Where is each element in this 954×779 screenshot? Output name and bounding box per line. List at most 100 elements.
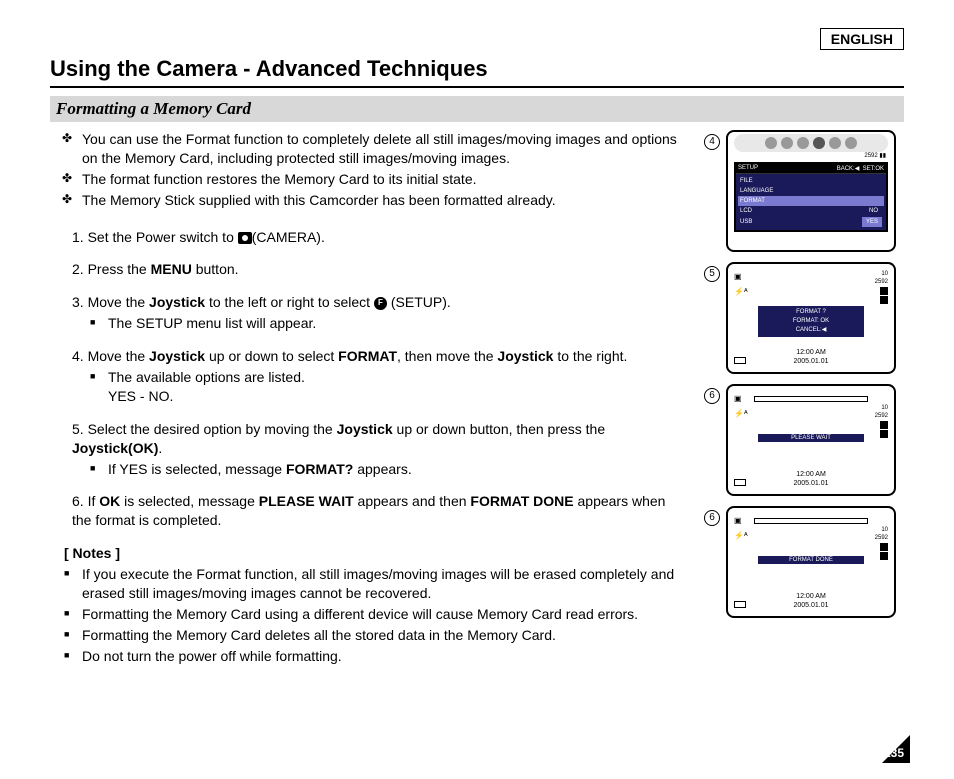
t: If YES is selected, message [108,461,286,477]
osd-right-icons: 102592 [875,270,888,304]
figure-badge: 6 [704,388,720,404]
step-text: . [158,440,162,456]
intro-item: The Memory Stick supplied with this Camc… [68,191,688,210]
step-sub: If YES is selected, message FORMAT? appe… [94,460,688,479]
step-text: 5. Select the desired option by moving t… [72,421,337,437]
osd-message: FORMAT ?FORMAT: OKCANCEL:◀ [758,306,864,337]
step-text: 2. Press the [72,261,151,277]
step-text: to the left or right to select [205,294,374,310]
step-text: up or down to select [205,348,338,364]
osd-screen: 2592 ▮▮ SETUP BACK:◀ SET:OK FILE LANGUAGE… [726,130,896,252]
osd-message: FORMAT DONE [758,556,864,564]
step-text: 4. Move the [72,348,149,364]
camera-icon [238,232,252,244]
step-sub: The SETUP menu list will appear. [94,314,688,333]
body-text: You can use the Format function to compl… [50,130,688,668]
osd-timestamp: 12:00 AM2005.01.01 [728,348,894,366]
page-number: 135 [884,746,904,760]
page-title: Using the Camera - Advanced Techniques [50,56,904,88]
step-bold: PLEASE WAIT [259,493,354,509]
step-text: appears and then [354,493,471,509]
menu-item: LANGUAGE [740,186,773,196]
figure-column: 4 2592 ▮▮ SETUP BACK:◀ SET:OK FILE LANGUA… [704,130,904,668]
t: YES - NO. [108,388,173,404]
figure-4: 4 2592 ▮▮ SETUP BACK:◀ SET:OK FILE LANGUA… [704,130,904,252]
note-item: Formatting the Memory Card deletes all t… [68,626,688,645]
set-label: SET:OK [863,166,884,172]
step-1: 1. Set the Power switch to (CAMERA). [68,228,688,247]
step-text: (CAMERA). [252,229,325,245]
step-bold: FORMAT [338,348,397,364]
figure-badge: 6 [704,510,720,526]
step-bold: FORMAT DONE [470,493,573,509]
t: The available options are listed. [108,369,305,385]
osd-screen: ▣⚡ᴬ 102592 FORMAT DONE 12:00 AM2005.01.0… [726,506,896,618]
osd-left-icons: ▣⚡ᴬ [734,272,748,302]
step-text: , then move the [397,348,497,364]
note-item: If you execute the Format function, all … [68,565,688,603]
figure-badge: 4 [704,134,720,150]
step-3: 3. Move the Joystick to the left or righ… [68,293,688,333]
osd-right-icons: 102592 [875,526,888,560]
step-text: to the right. [553,348,627,364]
step-bold: Joystick [337,421,393,437]
osd-left-icons: ▣⚡ᴬ [734,394,748,424]
menu-title: SETUP [738,165,758,172]
menu-item: LCD [740,206,752,217]
intro-list: You can use the Format function to compl… [50,130,688,210]
intro-item: You can use the Format function to compl… [68,130,688,168]
step-bold: Joystick [149,348,205,364]
progress-bar [754,518,868,524]
steps-list: 1. Set the Power switch to (CAMERA). 2. … [50,228,688,531]
figure-5: 5 ▣⚡ᴬ 102592 FORMAT ?FORMAT: OKCANCEL:◀ … [704,262,904,374]
content-row: You can use the Format function to compl… [50,130,904,668]
step-text: 3. Move the [72,294,149,310]
step-2: 2. Press the MENU button. [68,260,688,279]
step-text: button. [192,261,239,277]
option-no: NO [865,206,882,216]
b: FORMAT? [286,461,353,477]
figure-7: 6 ▣⚡ᴬ 102592 FORMAT DONE 12:00 AM2005.01… [704,506,904,618]
language-indicator: ENGLISH [820,28,904,50]
page: ENGLISH Using the Camera - Advanced Tech… [0,0,954,779]
osd-message: PLEASE WAIT [758,434,864,442]
osd-right-icons: 102592 [875,404,888,438]
figure-6: 6 ▣⚡ᴬ 102592 PLEASE WAIT 12:00 AM2005.01… [704,384,904,496]
t: appears. [353,461,411,477]
step-text: is selected, message [120,493,259,509]
note-item: Do not turn the power off while formatti… [68,647,688,666]
step-text: 1. Set the Power switch to [72,229,238,245]
step-bold: MENU [151,261,192,277]
back-label: BACK:◀ [837,166,860,172]
note-item: Formatting the Memory Card using a diffe… [68,605,688,624]
setup-menu: SETUPBACK:◀ SET:OK FILE LANGUAGE FORMAT … [734,162,888,232]
notes-heading: [ Notes ] [50,544,688,563]
step-bold: Joystick [149,294,205,310]
notes-list: If you execute the Format function, all … [50,565,688,665]
osd-left-icons: ▣⚡ᴬ [734,516,748,546]
setup-icon [374,297,387,310]
menu-item-selected: FORMAT [740,196,765,206]
step-4: 4. Move the Joystick up or down to selec… [68,347,688,406]
res-label: 2592 ▮▮ [864,152,886,159]
section-subtitle: Formatting a Memory Card [50,96,904,122]
menu-item: USB [740,217,752,228]
step-text: up or down button, then press the [393,421,605,437]
figure-badge: 5 [704,266,720,282]
step-5: 5. Select the desired option by moving t… [68,420,688,479]
osd-timestamp: 12:00 AM2005.01.01 [728,592,894,610]
step-bold: OK [99,493,120,509]
osd-screen: ▣⚡ᴬ 102592 FORMAT ?FORMAT: OKCANCEL:◀ 12… [726,262,896,374]
osd-screen: ▣⚡ᴬ 102592 PLEASE WAIT 12:00 AM2005.01.0… [726,384,896,496]
step-bold: Joystick(OK) [72,440,158,456]
step-text: 6. If [72,493,99,509]
progress-bar [754,396,868,402]
menu-item: FILE [740,176,753,186]
step-bold: Joystick [497,348,553,364]
option-yes: YES [862,217,882,227]
step-6: 6. If OK is selected, message PLEASE WAI… [68,492,688,530]
step-sub: The available options are listed. YES - N… [94,368,688,406]
step-text: (SETUP). [387,294,451,310]
intro-item: The format function restores the Memory … [68,170,688,189]
osd-timestamp: 12:00 AM2005.01.01 [728,470,894,488]
